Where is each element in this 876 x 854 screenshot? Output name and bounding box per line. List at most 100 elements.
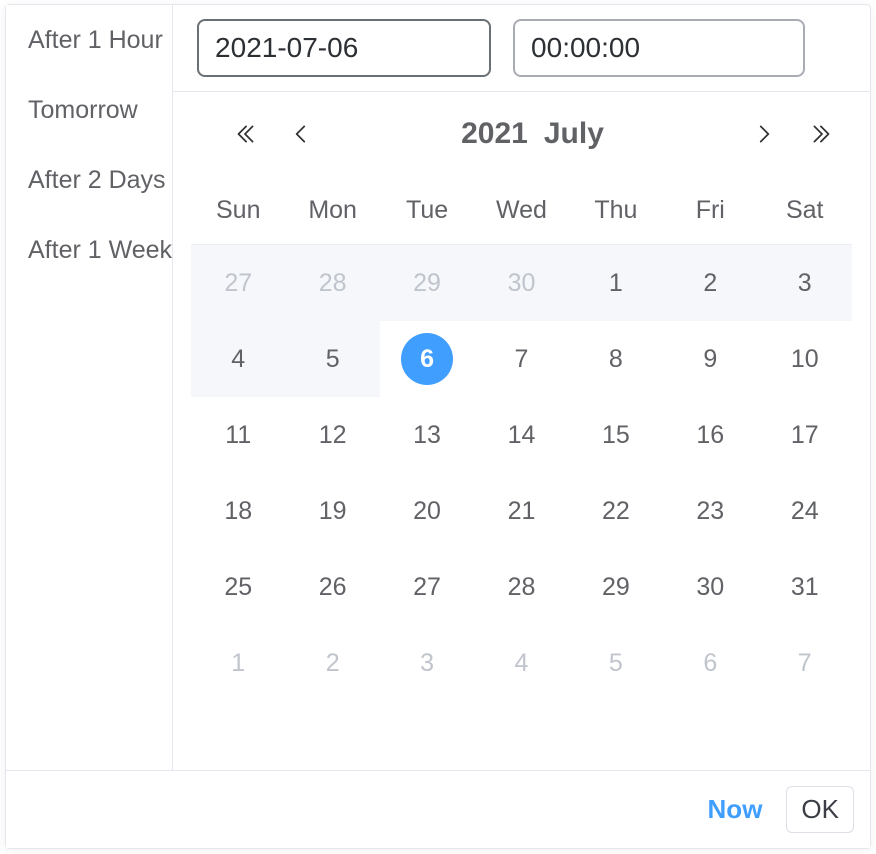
calendar-day-label: 10: [790, 344, 819, 373]
calendar-day-label: 29: [413, 268, 441, 297]
calendar-day-cell[interactable]: 7: [757, 625, 852, 701]
calendar-day-cell[interactable]: 18: [191, 473, 285, 549]
calendar-day-cell[interactable]: 14: [474, 397, 568, 473]
calendar-day-cell[interactable]: 13: [380, 397, 474, 473]
calendar-day-cell[interactable]: 28: [285, 244, 380, 321]
calendar-day-cell-selected[interactable]: 6: [380, 321, 474, 397]
calendar-title: 2021 July: [321, 117, 744, 151]
calendar-day-cell[interactable]: 3: [380, 625, 474, 701]
calendar-day-label: 30: [696, 572, 725, 601]
calendar-day-cell[interactable]: 12: [285, 397, 379, 473]
calendar-day-cell[interactable]: 29: [379, 244, 475, 321]
calendar-header: 2021 July: [173, 100, 870, 168]
calendar-year-label[interactable]: 2021: [461, 117, 528, 151]
calendar-day-cell[interactable]: 6: [663, 625, 757, 701]
calendar-next-nav: [744, 114, 842, 154]
calendar-day-cell[interactable]: 1: [191, 625, 285, 701]
date-input-wrapper: [197, 19, 492, 77]
calendar-month-label[interactable]: July: [544, 117, 604, 151]
calendar-day-cell[interactable]: 7: [474, 321, 568, 397]
calendar-day-label: 6: [703, 648, 718, 677]
prev-year-icon[interactable]: [225, 114, 265, 154]
calendar-week-row: 11 12 13 14 15 16 17: [191, 397, 852, 473]
calendar-day-cell[interactable]: 30: [474, 244, 569, 321]
calendar-day-cell[interactable]: 9: [663, 321, 757, 397]
date-input[interactable]: [197, 19, 492, 77]
calendar-day-label: 2: [325, 648, 340, 677]
calendar-day-label: 7: [797, 648, 812, 677]
calendar-day-cell[interactable]: 25: [191, 549, 285, 625]
calendar-day-cell[interactable]: 27: [380, 549, 474, 625]
calendar-day-label: 24: [790, 496, 819, 525]
calendar-day-cell[interactable]: 17: [757, 397, 852, 473]
weekday-header-cell: Sat: [757, 176, 852, 245]
calendar-week-row: 25 26 27 28 29 30 31: [191, 549, 852, 625]
picker-footer: Now OK: [6, 770, 870, 848]
calendar-day-label: 17: [790, 420, 819, 449]
shortcut-after-2-days[interactable]: After 2 Days: [6, 145, 172, 215]
calendar-day-cell[interactable]: 3: [757, 244, 852, 321]
next-year-icon[interactable]: [802, 114, 842, 154]
calendar-day-cell[interactable]: 30: [663, 549, 757, 625]
now-button[interactable]: Now: [698, 788, 773, 831]
calendar-weekday-header: Sun Mon Tue Wed Thu Fri Sat: [191, 176, 852, 245]
calendar-day-label: 12: [318, 420, 347, 449]
calendar-day-label: 20: [413, 496, 441, 525]
calendar-day-cell[interactable]: 1: [568, 244, 664, 321]
picker-body: After 1 Hour Tomorrow After 2 Days After 1 …: [6, 5, 870, 770]
calendar-prev-nav: [225, 114, 321, 154]
weekday-header-cell: Mon: [285, 176, 380, 245]
ok-button[interactable]: OK: [786, 785, 854, 834]
calendar-day-cell[interactable]: 2: [663, 244, 758, 321]
time-input-wrapper: [513, 19, 806, 77]
prev-month-icon[interactable]: [281, 114, 321, 154]
calendar-week-row: 4 5 6 7 8 9 10: [191, 321, 852, 397]
calendar-day-cell[interactable]: 26: [285, 549, 379, 625]
calendar-day-label: 2: [703, 268, 718, 297]
calendar-week-row: 18 19 20 21 22 23 24: [191, 473, 852, 549]
shortcut-tomorrow[interactable]: Tomorrow: [6, 75, 172, 145]
calendar-day-label: 30: [507, 268, 536, 297]
next-month-icon[interactable]: [744, 114, 784, 154]
calendar-day-label: 25: [224, 572, 253, 601]
calendar-day-cell[interactable]: 29: [569, 549, 663, 625]
calendar-day-cell[interactable]: 16: [663, 397, 757, 473]
calendar-day-cell[interactable]: 27: [191, 244, 286, 321]
weekday-header-cell: Thu: [568, 176, 664, 245]
calendar-day-label: 5: [608, 648, 623, 677]
calendar-day-label: 13: [413, 420, 441, 449]
calendar-day-cell[interactable]: 5: [569, 625, 663, 701]
calendar-day-label: 6: [401, 333, 454, 385]
datetime-picker-root: After 1 Hour Tomorrow After 2 Days After 1 …: [0, 0, 876, 854]
calendar-day-cell[interactable]: 20: [380, 473, 474, 549]
calendar-day-cell[interactable]: 22: [569, 473, 663, 549]
calendar-day-label: 27: [224, 268, 253, 297]
calendar-day-label: 16: [696, 420, 725, 449]
shortcut-after-1-week[interactable]: After 1 Week: [6, 215, 172, 285]
calendar-day-cell[interactable]: 4: [191, 321, 286, 397]
calendar-day-cell[interactable]: 8: [569, 321, 663, 397]
calendar-day-cell[interactable]: 28: [474, 549, 568, 625]
calendar-day-label: 3: [420, 648, 435, 677]
calendar-day-cell[interactable]: 21: [474, 473, 568, 549]
calendar-day-cell[interactable]: 4: [474, 625, 568, 701]
calendar-day-cell[interactable]: 19: [285, 473, 379, 549]
calendar-day-label: 31: [790, 572, 819, 601]
calendar-day-label: 21: [507, 496, 536, 525]
calendar-day-cell[interactable]: 5: [285, 321, 380, 397]
calendar-day-cell[interactable]: 24: [757, 473, 852, 549]
picker-main: 2021 July: [173, 5, 870, 770]
editor-row: [173, 5, 870, 92]
weekday-header-cell: Sun: [191, 176, 286, 245]
calendar-day-label: 4: [231, 344, 246, 373]
calendar-day-cell[interactable]: 10: [757, 321, 852, 397]
calendar-day-cell[interactable]: 2: [285, 625, 379, 701]
calendar-day-cell[interactable]: 15: [569, 397, 663, 473]
calendar-day-cell[interactable]: 23: [663, 473, 757, 549]
calendar-day-label: 19: [318, 496, 347, 525]
shortcut-after-1-hour[interactable]: After 1 Hour: [6, 5, 172, 75]
calendar-week-row: 1 2 3 4 5 6 7: [191, 625, 852, 701]
calendar-day-cell[interactable]: 31: [757, 549, 852, 625]
time-input[interactable]: [513, 19, 806, 77]
calendar-day-cell[interactable]: 11: [191, 397, 285, 473]
